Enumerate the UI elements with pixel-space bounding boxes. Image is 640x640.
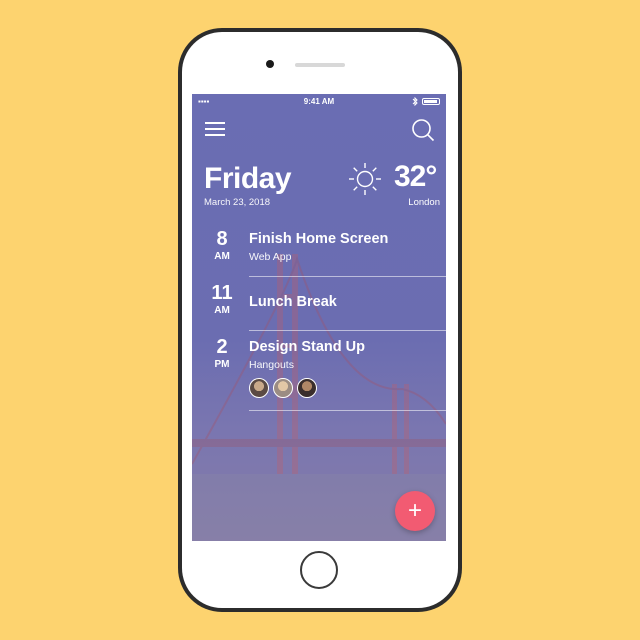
status-time: 9:41 AM <box>303 97 335 106</box>
status-icons <box>412 97 440 106</box>
date-label: March 23, 2018 <box>204 197 271 208</box>
menu-icon[interactable] <box>205 122 225 136</box>
divider <box>249 276 446 277</box>
home-button[interactable] <box>300 551 338 589</box>
status-bar: ▪▪▪▪ 9:41 AM <box>192 94 446 108</box>
event-title[interactable]: Finish Home Screen <box>249 231 388 247</box>
divider <box>249 330 446 331</box>
avatar[interactable] <box>273 378 293 398</box>
event-hour: 2 <box>216 336 228 358</box>
earpiece-speaker <box>295 63 345 67</box>
event-subtitle: Web App <box>249 251 292 263</box>
app-screen: ▪▪▪▪ 9:41 AM Friday March 23, 2018 32° L… <box>192 94 446 541</box>
bluetooth-icon <box>412 97 418 106</box>
day-title: Friday <box>204 162 292 195</box>
event-hour: 8 <box>216 228 228 250</box>
battery-icon <box>422 98 440 105</box>
avatar[interactable] <box>297 378 317 398</box>
event-hour: 11 <box>211 282 233 304</box>
attendee-avatars <box>249 378 321 398</box>
add-event-button[interactable]: + <box>395 491 435 531</box>
search-icon[interactable] <box>411 118 435 142</box>
city-label: London <box>408 197 440 208</box>
divider <box>249 410 446 411</box>
sun-icon <box>349 163 381 195</box>
event-title[interactable]: Lunch Break <box>249 294 337 310</box>
temperature: 32° <box>394 160 437 193</box>
event-subtitle: Hangouts <box>249 359 294 371</box>
event-title[interactable]: Design Stand Up <box>249 339 365 355</box>
event-ampm: PM <box>214 359 230 370</box>
front-camera <box>266 60 274 68</box>
event-ampm: AM <box>214 251 230 262</box>
avatar[interactable] <box>249 378 269 398</box>
event-ampm: AM <box>214 305 230 316</box>
